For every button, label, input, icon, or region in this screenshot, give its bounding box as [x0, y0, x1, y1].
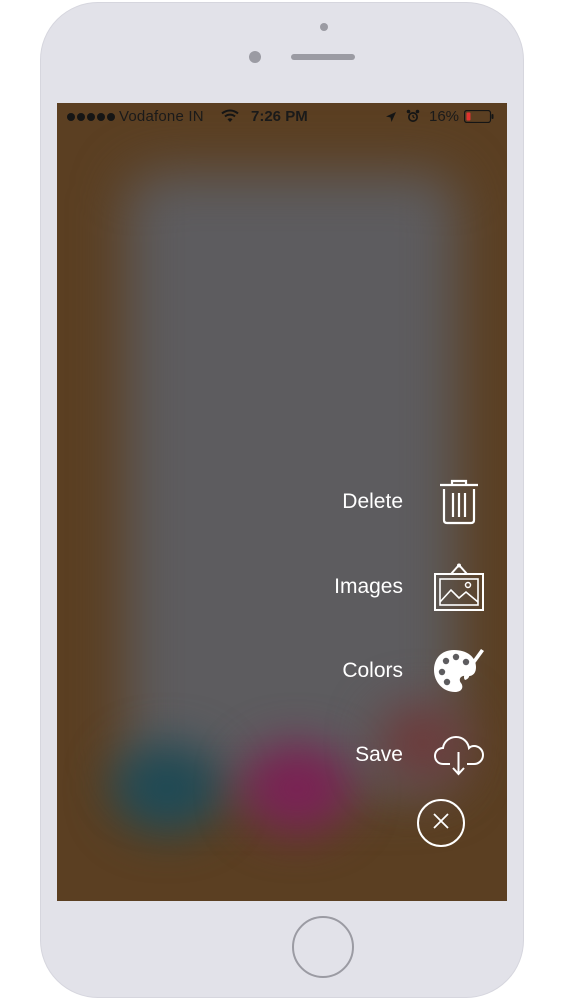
delete-menu-item[interactable]: Delete [342, 474, 487, 530]
colors-label: Colors [342, 659, 403, 682]
floating-action-menu: Delete Images Colors Save [57, 103, 507, 901]
save-menu-item[interactable]: Save [355, 727, 487, 783]
close-menu-button[interactable] [417, 799, 465, 847]
home-button[interactable] [292, 916, 354, 978]
delete-label: Delete [342, 490, 403, 513]
earpiece-speaker [291, 54, 355, 60]
images-label: Images [334, 575, 403, 598]
close-icon [431, 811, 451, 836]
cloud-download-icon[interactable] [431, 727, 487, 783]
save-label: Save [355, 743, 403, 766]
colors-menu-item[interactable]: Colors [342, 643, 487, 699]
images-menu-item[interactable]: Images [334, 559, 487, 615]
screen: Vodafone IN 7:26 PM 16% Delete Images Co… [57, 103, 507, 901]
trash-icon[interactable] [431, 474, 487, 530]
front-camera [249, 51, 261, 63]
proximity-sensor [320, 23, 328, 31]
palette-icon[interactable] [431, 643, 487, 699]
image-frame-icon[interactable] [431, 559, 487, 615]
